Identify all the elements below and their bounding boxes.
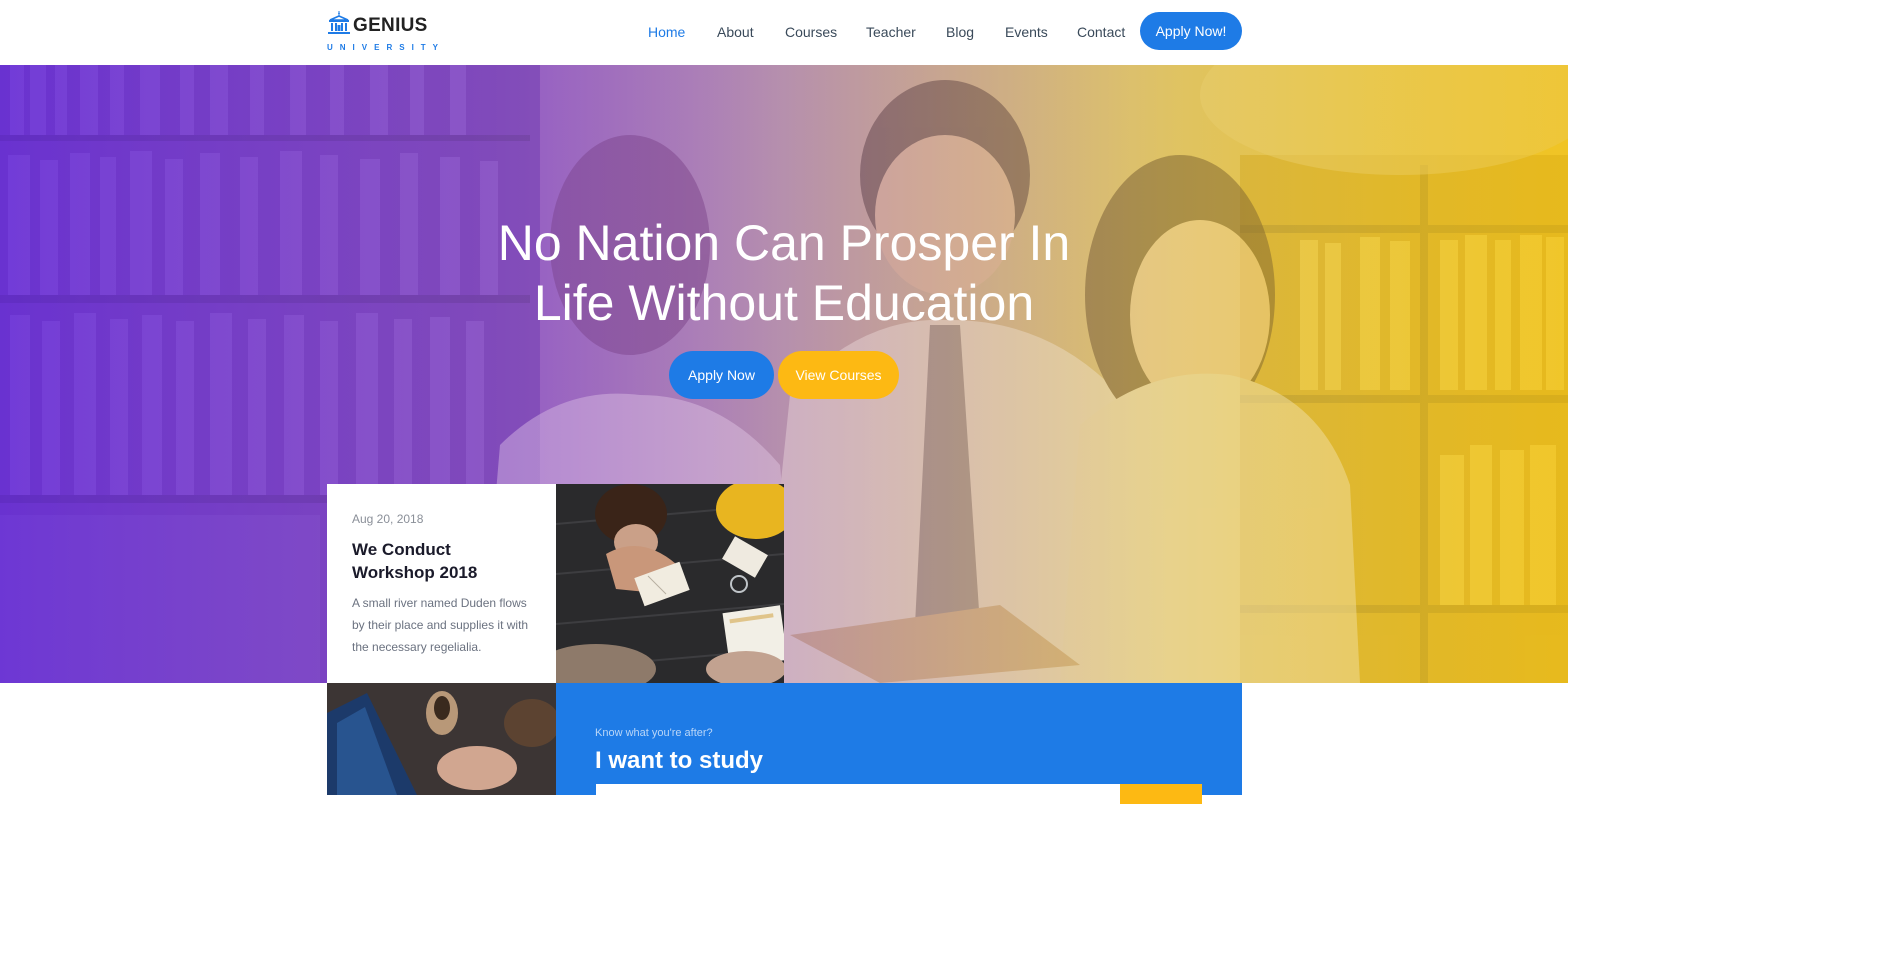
logo[interactable]: GENIUS UNIVERSITY: [326, 10, 438, 55]
study-kicker: Know what you're after?: [595, 727, 713, 739]
hero-apply-button[interactable]: Apply Now: [669, 351, 774, 399]
logo-wordmark: GENIUS: [353, 15, 428, 36]
study-search-input[interactable]: [596, 784, 1120, 804]
nav-home[interactable]: Home: [648, 24, 685, 40]
event-description: A small river named Duden flows by their…: [352, 596, 529, 654]
study-search-panel: Know what you're after? I want to study: [556, 683, 1242, 804]
nav-blog[interactable]: Blog: [946, 24, 974, 40]
nav-events[interactable]: Events: [1005, 24, 1048, 40]
apply-now-button[interactable]: Apply Now!: [1140, 12, 1242, 50]
study-search-button[interactable]: [1120, 784, 1202, 804]
hero-headline-line-2: Life Without Education: [533, 275, 1035, 331]
hero-headline-line-1: No Nation Can Prosper In: [497, 215, 1071, 271]
laptop-image: [327, 683, 556, 795]
event-title[interactable]: We Conduct Workshop 2018: [352, 538, 532, 584]
study-heading: I want to study: [595, 747, 763, 774]
university-building-icon: [328, 11, 350, 34]
event-date: Aug 20, 2018: [352, 512, 424, 526]
event-image: [556, 484, 784, 683]
laptop-photo: [327, 683, 556, 795]
workshop-photo: [556, 484, 784, 683]
hero-view-courses-button[interactable]: View Courses: [778, 351, 899, 399]
nav-teacher[interactable]: Teacher: [866, 24, 916, 40]
nav-courses[interactable]: Courses: [785, 24, 837, 40]
hero-headline: No Nation Can Prosper In Life Without Ed…: [0, 213, 1568, 333]
hero-section: No Nation Can Prosper In Life Without Ed…: [0, 65, 1568, 683]
nav-contact[interactable]: Contact: [1077, 24, 1125, 40]
nav-about[interactable]: About: [717, 24, 754, 40]
event-card[interactable]: Aug 20, 2018 We Conduct Workshop 2018 A …: [327, 484, 556, 683]
logo-tagline: UNIVERSITY: [327, 43, 446, 52]
site-header: GENIUS UNIVERSITY Home About Courses Tea…: [0, 0, 1568, 65]
